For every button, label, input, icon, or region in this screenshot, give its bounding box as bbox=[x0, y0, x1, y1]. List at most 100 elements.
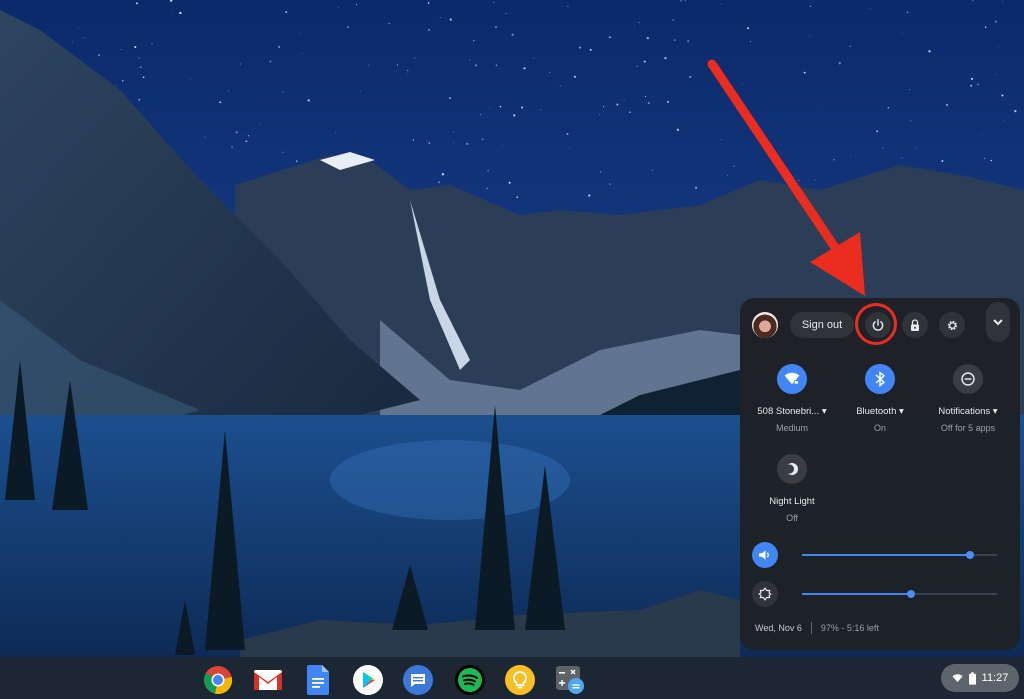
star bbox=[638, 21, 640, 24]
shelf-app-gmail[interactable] bbox=[253, 665, 283, 695]
star bbox=[347, 26, 350, 29]
star bbox=[624, 99, 626, 101]
star bbox=[589, 48, 592, 51]
settings-button[interactable] bbox=[939, 312, 965, 338]
star bbox=[673, 39, 676, 42]
chrome-icon bbox=[204, 666, 233, 695]
collapse-button[interactable] bbox=[986, 302, 1010, 342]
caret-down-icon[interactable]: ▾ bbox=[993, 406, 998, 417]
star bbox=[733, 165, 735, 167]
shelf-app-play-store[interactable] bbox=[353, 665, 383, 695]
star bbox=[994, 20, 997, 23]
shelf-app-messages[interactable] bbox=[403, 665, 433, 695]
night-light-tile[interactable]: Night Light Off bbox=[747, 454, 837, 523]
star bbox=[749, 127, 751, 129]
keep-icon bbox=[505, 665, 535, 695]
star bbox=[915, 147, 916, 149]
volume-fill bbox=[802, 554, 970, 556]
star bbox=[307, 99, 310, 102]
star bbox=[869, 7, 871, 9]
star bbox=[680, 0, 682, 2]
star bbox=[439, 17, 441, 18]
star bbox=[282, 91, 284, 93]
wifi-toggle[interactable] bbox=[777, 364, 807, 394]
star bbox=[359, 90, 361, 92]
play-store-icon bbox=[353, 665, 383, 695]
star bbox=[475, 64, 478, 67]
shelf-app-calculator[interactable] bbox=[555, 665, 585, 695]
star bbox=[970, 77, 974, 80]
sign-out-button[interactable]: Sign out bbox=[790, 312, 854, 338]
star bbox=[245, 140, 248, 143]
star bbox=[995, 73, 997, 75]
star bbox=[747, 27, 750, 30]
date-label[interactable]: Wed, Nov 6 bbox=[755, 623, 802, 633]
star bbox=[426, 140, 428, 142]
night-light-toggle[interactable] bbox=[777, 454, 807, 484]
star bbox=[449, 97, 451, 99]
star bbox=[608, 183, 611, 185]
wifi-tile[interactable]: 508 Stonebri... ▾ Medium bbox=[747, 364, 837, 433]
notifications-toggle[interactable] bbox=[953, 364, 983, 394]
star bbox=[849, 45, 851, 48]
volume-thumb[interactable] bbox=[965, 551, 974, 559]
star bbox=[720, 3, 722, 5]
star bbox=[821, 106, 823, 108]
bluetooth-icon bbox=[875, 371, 885, 387]
star bbox=[608, 36, 611, 39]
star bbox=[603, 106, 605, 108]
star bbox=[299, 31, 301, 33]
lock-icon bbox=[911, 318, 919, 331]
star bbox=[120, 48, 122, 50]
mute-button[interactable] bbox=[752, 542, 778, 568]
star bbox=[906, 11, 909, 14]
star bbox=[814, 179, 816, 181]
wifi-network-label[interactable]: 508 Stonebri... bbox=[757, 406, 819, 417]
star bbox=[588, 194, 591, 197]
bluetooth-label[interactable]: Bluetooth bbox=[856, 406, 896, 417]
footer-divider bbox=[810, 622, 812, 634]
messages-icon bbox=[403, 665, 433, 695]
star bbox=[928, 50, 931, 53]
brightness-icon bbox=[758, 587, 772, 601]
user-avatar[interactable] bbox=[752, 312, 778, 338]
shelf-app-chrome[interactable] bbox=[203, 665, 233, 695]
lock-button[interactable] bbox=[902, 312, 928, 338]
star bbox=[269, 60, 272, 63]
status-tray[interactable]: 11:27 bbox=[941, 664, 1019, 692]
shelf-app-spotify[interactable] bbox=[455, 665, 485, 695]
caret-down-icon[interactable]: ▾ bbox=[822, 406, 827, 417]
volume-slider[interactable] bbox=[802, 551, 997, 559]
star bbox=[727, 174, 728, 176]
star bbox=[977, 83, 979, 86]
brightness-thumb[interactable] bbox=[907, 590, 916, 598]
star bbox=[247, 134, 250, 137]
star bbox=[135, 2, 138, 5]
bluetooth-tile[interactable]: Bluetooth ▾ On bbox=[835, 364, 925, 433]
star bbox=[282, 151, 284, 153]
star bbox=[694, 186, 698, 189]
star bbox=[83, 36, 85, 38]
brightness-slider[interactable] bbox=[802, 590, 997, 598]
notifications-label[interactable]: Notifications bbox=[938, 406, 990, 417]
caret-down-icon[interactable]: ▾ bbox=[899, 406, 904, 417]
star bbox=[643, 60, 646, 63]
star bbox=[997, 45, 999, 47]
star bbox=[676, 128, 680, 131]
star bbox=[338, 6, 339, 8]
star bbox=[559, 85, 561, 87]
notifications-tile[interactable]: Notifications ▾ Off for 5 apps bbox=[923, 364, 1013, 433]
star bbox=[749, 41, 751, 43]
star bbox=[990, 159, 992, 162]
star bbox=[785, 171, 787, 174]
star bbox=[1002, 0, 1003, 2]
star bbox=[599, 114, 601, 116]
shelf-app-docs[interactable] bbox=[303, 665, 333, 695]
shelf-app-keep[interactable] bbox=[505, 665, 535, 695]
star bbox=[752, 126, 756, 130]
star bbox=[838, 62, 841, 65]
star bbox=[616, 103, 619, 106]
star bbox=[406, 69, 409, 72]
quick-settings-header: Sign out bbox=[740, 298, 1020, 354]
bluetooth-toggle[interactable] bbox=[865, 364, 895, 394]
